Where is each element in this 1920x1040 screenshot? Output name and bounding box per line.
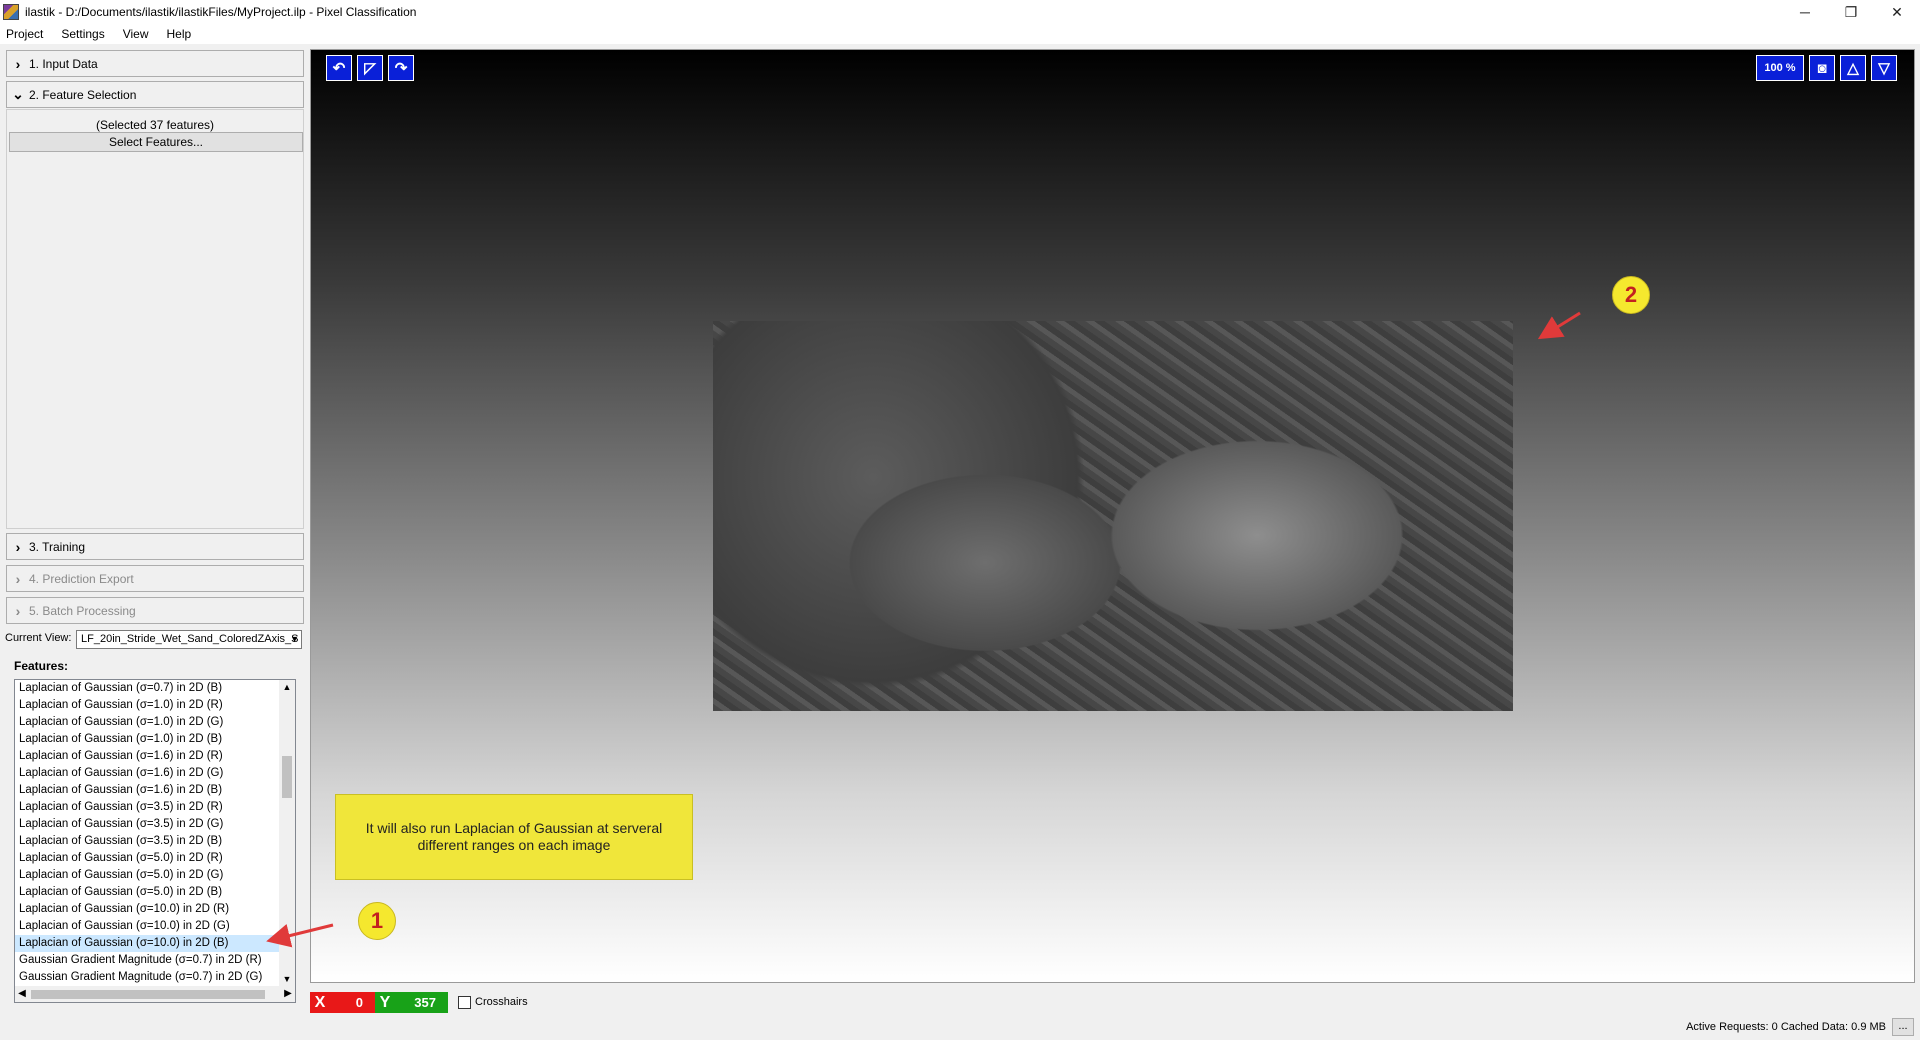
select-features-button[interactable]: Select Features... (9, 132, 303, 152)
applet-label: 1. Input Data (29, 56, 98, 71)
feature-list-item[interactable]: Gaussian Gradient Magnitude (σ=0.7) in 2… (15, 969, 295, 986)
features-list[interactable]: Laplacian of Gaussian (σ=0.7) in 2D (B) L… (14, 679, 296, 1003)
feature-list-item[interactable]: Laplacian of Gaussian (σ=10.0) in 2D (B) (15, 935, 295, 952)
feature-list-item[interactable]: Laplacian of Gaussian (σ=1.6) in 2D (R) (15, 748, 295, 765)
feature-list-item[interactable]: Laplacian of Gaussian (σ=10.0) in 2D (R) (15, 901, 295, 918)
feature-list-item[interactable]: Laplacian of Gaussian (σ=3.5) in 2D (B) (15, 833, 295, 850)
y-coordinate: Y 357 (375, 992, 448, 1013)
x-label: X (314, 993, 326, 1011)
y-label: Y (379, 993, 391, 1011)
status-more-button[interactable]: ... (1892, 1018, 1914, 1036)
scroll-down-icon[interactable]: ▼ (279, 972, 295, 986)
feature-list-item[interactable]: Laplacian of Gaussian (σ=1.6) in 2D (G) (15, 765, 295, 782)
features-label: Features: (14, 659, 69, 673)
feature-list-item[interactable]: Laplacian of Gaussian (σ=1.0) in 2D (B) (15, 731, 295, 748)
camera-icon[interactable]: ◙ (1809, 55, 1835, 81)
scroll-left-icon[interactable]: ◀ (15, 986, 29, 1002)
image-viewer[interactable]: ↶ ◸ ↷ 100 % ◙ △ ▽ It will also run Lapla… (310, 49, 1915, 983)
x-value: 0 (355, 995, 363, 1010)
selected-features-count: (Selected 37 features) (95, 118, 215, 132)
window-controls: ─ ❐ ✕ (1782, 0, 1920, 24)
feature-selection-panel: (Selected 37 features) Select Features..… (6, 109, 304, 529)
horizontal-scrollbar[interactable]: ◀ ▶ (15, 986, 295, 1002)
feature-list-item[interactable]: Laplacian of Gaussian (σ=3.5) in 2D (R) (15, 799, 295, 816)
chevron-down-icon: ⌄ (12, 86, 24, 102)
menu-view[interactable]: View (123, 27, 149, 41)
swap-axes-icon[interactable]: ◸ (357, 55, 383, 81)
feature-image (713, 321, 1513, 711)
applet-label: 4. Prediction Export (29, 571, 134, 586)
x-coordinate: X 0 (310, 992, 375, 1013)
minimize-view-icon[interactable]: ▽ (1871, 55, 1897, 81)
current-view-value: LF_20in_Stride_Wet_Sand_ColoredZAxis_S (81, 633, 299, 645)
feature-list-item[interactable]: Laplacian of Gaussian (σ=3.5) in 2D (G) (15, 816, 295, 833)
menu-settings[interactable]: Settings (61, 27, 104, 41)
feature-list-item[interactable]: Gaussian Gradient Magnitude (σ=0.7) in 2… (15, 952, 295, 969)
chevron-right-icon: › (15, 602, 21, 619)
applet-feature-selection[interactable]: ⌄ 2. Feature Selection (6, 81, 304, 108)
scroll-up-icon[interactable]: ▲ (279, 680, 295, 694)
close-button[interactable]: ✕ (1874, 0, 1920, 24)
window-title: ilastik - D:/Documents/ilastik/ilastikFi… (25, 5, 417, 19)
current-view-label: Current View: (5, 632, 72, 644)
chevron-right-icon: › (15, 570, 21, 587)
vertical-scrollbar[interactable]: ▲ ▼ (279, 680, 295, 986)
y-value: 357 (414, 995, 436, 1010)
feature-list-item[interactable]: Laplacian of Gaussian (σ=0.7) in 2D (B) (15, 680, 295, 697)
applet-prediction-export[interactable]: › 4. Prediction Export (6, 565, 304, 592)
status-text: Active Requests: 0 Cached Data: 0.9 MB (1686, 1021, 1886, 1033)
title-bar: ilastik - D:/Documents/ilastik/ilastikFi… (0, 0, 1920, 24)
feature-list-item[interactable]: Laplacian of Gaussian (σ=1.0) in 2D (R) (15, 697, 295, 714)
applet-label: 2. Feature Selection (29, 87, 137, 102)
feature-list-item[interactable]: Laplacian of Gaussian (σ=1.6) in 2D (B) (15, 782, 295, 799)
feature-list-item[interactable]: Laplacian of Gaussian (σ=5.0) in 2D (B) (15, 884, 295, 901)
applet-label: 3. Training (29, 539, 86, 554)
dropdown-arrow-icon: ▼ (290, 634, 299, 644)
applet-label: 5. Batch Processing (29, 603, 136, 618)
feature-list-item[interactable]: Laplacian of Gaussian (σ=1.0) in 2D (G) (15, 714, 295, 731)
menu-help[interactable]: Help (167, 27, 192, 41)
maximize-view-icon[interactable]: △ (1840, 55, 1866, 81)
minimize-button[interactable]: ─ (1782, 0, 1828, 24)
scroll-thumb-horizontal[interactable] (31, 990, 265, 999)
crosshairs-checkbox[interactable] (458, 996, 471, 1009)
scroll-right-icon[interactable]: ▶ (281, 986, 295, 1002)
annotation-badge-2: 2 (1612, 276, 1650, 314)
left-panel: › 1. Input Data ⌄ 2. Feature Selection (… (0, 46, 308, 1040)
applet-batch-processing[interactable]: › 5. Batch Processing (6, 597, 304, 624)
chevron-right-icon: › (15, 55, 21, 72)
scroll-thumb[interactable] (282, 756, 292, 798)
current-view-dropdown[interactable]: LF_20in_Stride_Wet_Sand_ColoredZAxis_S ▼ (76, 630, 302, 649)
applet-input-data[interactable]: › 1. Input Data (6, 50, 304, 77)
ilastik-logo-icon (3, 4, 19, 20)
feature-list-item[interactable]: Laplacian of Gaussian (σ=5.0) in 2D (R) (15, 850, 295, 867)
feature-list-item[interactable]: Laplacian of Gaussian (σ=5.0) in 2D (G) (15, 867, 295, 884)
annotation-badge-1: 1 (358, 902, 396, 940)
features-rows: Laplacian of Gaussian (σ=0.7) in 2D (B) L… (15, 680, 295, 986)
menu-bar: Project Settings View Help (0, 24, 1920, 44)
applet-training[interactable]: › 3. Training (6, 533, 304, 560)
annotation-callout: It will also run Laplacian of Gaussian a… (335, 794, 693, 880)
menu-project[interactable]: Project (6, 27, 43, 41)
rotate-right-icon[interactable]: ↷ (388, 55, 414, 81)
restore-button[interactable]: ❐ (1828, 0, 1874, 24)
rotate-left-icon[interactable]: ↶ (326, 55, 352, 81)
zoom-level-button[interactable]: 100 % (1756, 55, 1804, 81)
feature-list-item[interactable]: Laplacian of Gaussian (σ=10.0) in 2D (G) (15, 918, 295, 935)
crosshairs-label: Crosshairs (475, 996, 528, 1008)
chevron-right-icon: › (15, 538, 21, 555)
